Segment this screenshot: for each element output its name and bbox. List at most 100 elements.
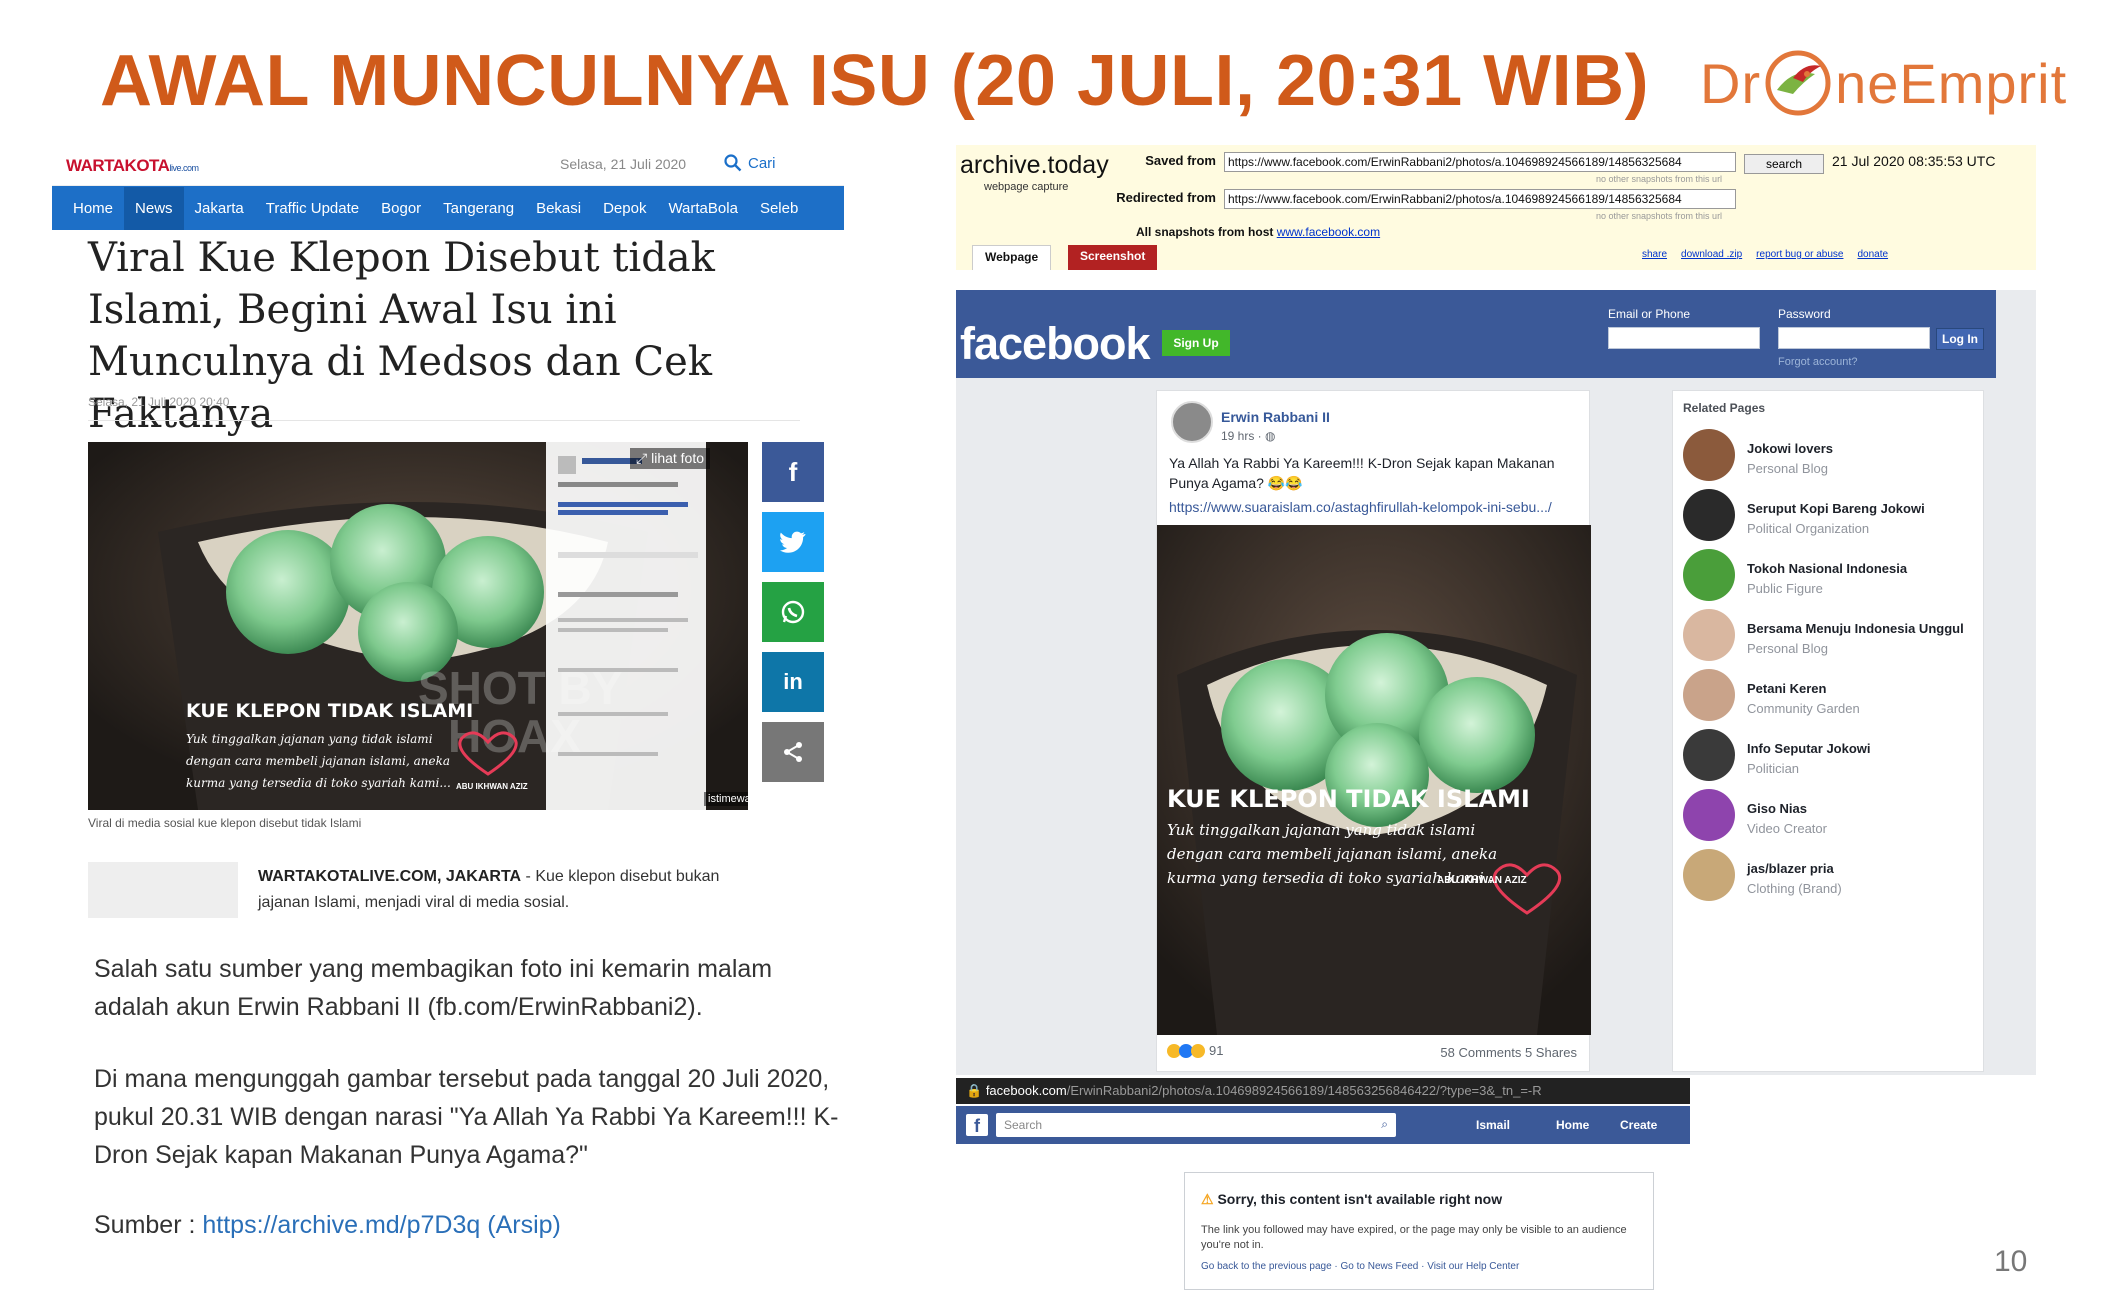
all-snapshots-line: All snapshots from host www.facebook.com	[1136, 225, 1380, 239]
archive-timestamp: 21 Jul 2020 08:35:53 UTC	[1832, 153, 1996, 169]
page-name: Jokowi lovers	[1747, 441, 1833, 456]
nav-profile-ismail[interactable]: Ismail	[1476, 1118, 1510, 1132]
photo-expand-link[interactable]: ⤢ lihat foto	[630, 448, 711, 469]
related-page-item[interactable]: Bersama Menuju Indonesia Unggul Personal …	[1683, 609, 1983, 665]
lead-thumbnail	[88, 862, 238, 918]
url-host: facebook.com	[985, 1083, 1067, 1098]
nav-item-home[interactable]: Home	[62, 200, 124, 217]
password-field[interactable]	[1778, 327, 1930, 349]
page-category: Community Garden	[1747, 701, 1860, 716]
photo-overlay-line1: Yuk tinggalkan jajanan yang tidak islami	[1167, 821, 1476, 839]
related-page-item[interactable]: Giso Nias Video Creator	[1683, 789, 1983, 845]
from-host-label: from host	[1218, 225, 1274, 239]
post-link[interactable]: https://www.suaraislam.co/astaghfirullah…	[1169, 499, 1552, 515]
saved-from-url[interactable]: https://www.facebook.com/ErwinRabbani2/p…	[1224, 152, 1736, 172]
bird-circle-icon	[1765, 50, 1831, 116]
related-pages-title: Related Pages	[1683, 401, 1766, 415]
photo-overlay-signature: ABU IKHWAN AZIZ	[456, 782, 528, 791]
article-photo[interactable]: SHOT BY HOAX ⤢ lihat foto KUE KLEPON TID…	[88, 442, 748, 810]
saved-from-label: Saved from	[1145, 153, 1216, 168]
facebook-logo[interactable]: facebook	[960, 318, 1151, 370]
photo-overlay-line2: dengan cara membeli jajanan islami, anek…	[1167, 845, 1498, 863]
tab-webpage[interactable]: Webpage	[972, 245, 1052, 270]
report-bug-link[interactable]: report bug or abuse	[1756, 249, 1843, 260]
globe-icon: ◍	[1265, 429, 1276, 443]
photo-overlay-title: KUE KLEPON TIDAK ISLAMI	[186, 700, 474, 722]
nav-item-seleb[interactable]: Seleb	[749, 200, 809, 217]
nav-item-traffic-update[interactable]: Traffic Update	[255, 200, 370, 217]
post-photo[interactable]: KUE KLEPON TIDAK ISLAMI Yuk tinggalkan j…	[1157, 525, 1591, 1035]
password-label: Password	[1778, 307, 1831, 321]
share-bar: f in	[762, 442, 824, 792]
nav-item-bekasi[interactable]: Bekasi	[525, 200, 592, 217]
page-name: Info Seputar Jokowi	[1747, 741, 1871, 756]
login-button[interactable]: Log In	[1936, 328, 1984, 350]
error-links[interactable]: Go back to the previous page · Go to New…	[1201, 1261, 1519, 1272]
linkedin-share-button[interactable]: in	[762, 652, 824, 712]
facebook-search-input[interactable]: Search ⌕	[996, 1113, 1396, 1137]
facebook-post: Erwin Rabbani II 19 hrs · ◍ Ya Allah Ya …	[1156, 390, 1591, 1072]
redirected-note: no other snapshots from this url	[1596, 211, 1723, 221]
wartakota-date: Selasa, 21 Juli 2020	[560, 156, 687, 172]
nav-create[interactable]: Create	[1620, 1118, 1657, 1132]
share-more-button[interactable]	[762, 722, 824, 782]
redirected-from-url[interactable]: https://www.facebook.com/ErwinRabbani2/p…	[1224, 189, 1736, 209]
nav-item-news[interactable]: News	[124, 186, 184, 230]
forgot-account-link[interactable]: Forgot account?	[1778, 356, 1858, 368]
related-page-item[interactable]: Seruput Kopi Bareng Jokowi Political Orga…	[1683, 489, 1983, 545]
page-avatar	[1683, 489, 1735, 541]
lock-icon: 🔒	[966, 1083, 986, 1098]
related-page-item[interactable]: Info Seputar Jokowi Politician	[1683, 729, 1983, 785]
author-avatar[interactable]	[1171, 401, 1213, 443]
twitter-share-button[interactable]	[762, 512, 824, 572]
page-avatar	[1683, 849, 1735, 901]
url-path: /ErwinRabbani2/photos/a.104698924566189/…	[1066, 1083, 1542, 1098]
nav-item-depok[interactable]: Depok	[592, 200, 657, 217]
wartakota-topbar: WARTAKOTAlive.com Selasa, 21 Juli 2020 C…	[52, 140, 844, 186]
facebook-mobile-nav: f Search ⌕ Ismail Home Create	[956, 1106, 1690, 1144]
klepon-bowl-image	[1157, 525, 1591, 1035]
reactions[interactable]: 91	[1167, 1043, 1223, 1058]
error-title: ⚠ Sorry, this content isn't available ri…	[1201, 1191, 1502, 1208]
related-page-item[interactable]: Tokoh Nasional Indonesia Public Figure	[1683, 549, 1983, 605]
related-pages: Related Pages Jokowi lovers Personal Blog…	[1672, 390, 1984, 1072]
signup-button[interactable]: Sign Up	[1162, 330, 1230, 356]
facebook-f-icon[interactable]: f	[966, 1114, 988, 1136]
whatsapp-share-button[interactable]	[762, 582, 824, 642]
download-zip-link[interactable]: download .zip	[1681, 249, 1742, 260]
wartakota-search-button[interactable]: Cari	[724, 154, 776, 172]
host-link[interactable]: www.facebook.com	[1277, 225, 1380, 239]
article-pub-date: Selasa, 21 Juli 2020 20:40	[88, 395, 230, 409]
wartakota-logo[interactable]: WARTAKOTAlive.com	[66, 156, 199, 176]
share-link[interactable]: share	[1642, 249, 1667, 260]
post-time: 19 hrs · ◍	[1221, 429, 1276, 443]
post-author[interactable]: Erwin Rabbani II	[1221, 409, 1330, 425]
donate-link[interactable]: donate	[1857, 249, 1888, 260]
related-page-item[interactable]: Petani Keren Community Garden	[1683, 669, 1983, 725]
nav-item-tangerang[interactable]: Tangerang	[432, 200, 525, 217]
related-page-item[interactable]: jas/blazer pria Clothing (Brand)	[1683, 849, 1983, 905]
browser-url-bar[interactable]: 🔒 facebook.com/ErwinRabbani2/photos/a.10…	[956, 1078, 1690, 1104]
all-snapshots-label: All snapshots	[1136, 225, 1215, 239]
nav-home[interactable]: Home	[1556, 1118, 1589, 1132]
page-avatar	[1683, 609, 1735, 661]
lead-dateline: WARTAKOTALIVE.COM, JAKARTA	[258, 868, 522, 885]
email-field[interactable]	[1608, 327, 1760, 349]
photo-credit: istimewa	[704, 792, 748, 806]
redirected-from-label: Redirected from	[1116, 190, 1216, 205]
archive-search-button[interactable]: search	[1744, 154, 1824, 174]
archive-logo[interactable]: archive.today	[960, 151, 1109, 180]
nav-item-wartabola[interactable]: WartaBola	[657, 200, 748, 217]
content-unavailable-box: ⚠ Sorry, this content isn't available ri…	[1184, 1172, 1654, 1290]
facebook-share-button[interactable]: f	[762, 442, 824, 502]
wartakota-nav: Home News Jakarta Traffic Update Bogor T…	[52, 186, 844, 230]
wartakota-brand-suffix: live.com	[169, 163, 199, 173]
nav-item-jakarta[interactable]: Jakarta	[184, 200, 255, 217]
post-stats[interactable]: 58 Comments 5 Shares	[1440, 1045, 1577, 1060]
post-time-text: 19 hrs ·	[1221, 429, 1266, 443]
source-link[interactable]: https://archive.md/p7D3q (Arsip)	[202, 1211, 560, 1239]
related-page-item[interactable]: Jokowi lovers Personal Blog	[1683, 429, 1983, 485]
page-name: Petani Keren	[1747, 681, 1827, 696]
tab-screenshot[interactable]: Screenshot	[1068, 245, 1158, 270]
nav-item-bogor[interactable]: Bogor	[370, 200, 432, 217]
